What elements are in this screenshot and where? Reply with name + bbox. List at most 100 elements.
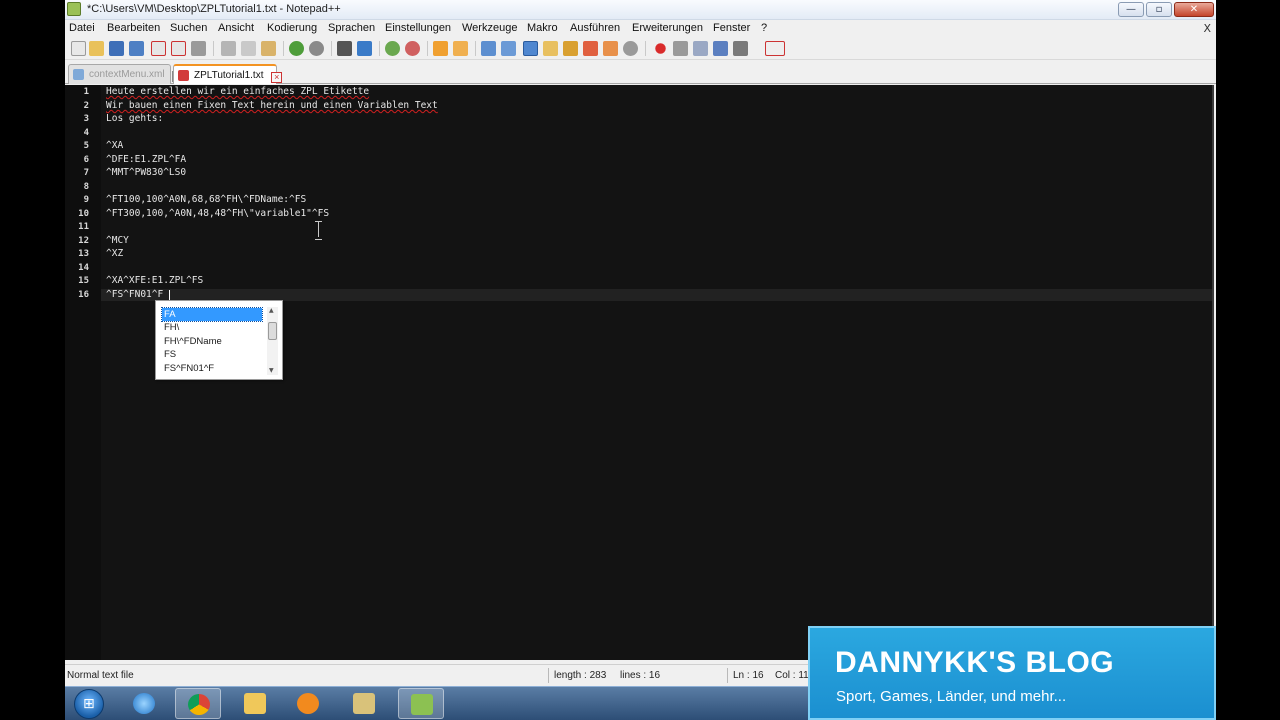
menu-kodierung[interactable]: Kodierung xyxy=(267,22,317,34)
close-document-button[interactable]: X xyxy=(1203,22,1211,35)
menu-datei[interactable]: Datei xyxy=(69,22,95,34)
taskbar-internet-explorer[interactable] xyxy=(121,688,167,719)
code-line[interactable]: Los gehts: xyxy=(106,113,163,124)
zoom-in-icon[interactable] xyxy=(385,41,400,56)
close-all-icon[interactable] xyxy=(171,41,186,56)
code-line[interactable]: ^FS^FN01^F xyxy=(106,289,163,300)
code-line[interactable]: Heute erstellen wir ein einfaches ZPL Et… xyxy=(106,86,369,97)
code-line[interactable]: ^MCY xyxy=(106,235,129,246)
autocomplete-item[interactable]: FS xyxy=(162,348,262,361)
code-line[interactable]: Wir bauen einen Fixen Text herein und ei… xyxy=(106,100,438,111)
blog-watermark-overlay: DANNYKK'S BLOG Sport, Games, Länder, und… xyxy=(808,626,1216,720)
code-line[interactable]: ^XA^XFE:E1.ZPL^FS xyxy=(106,275,203,286)
toolbar xyxy=(65,38,1216,60)
autocomplete-item[interactable]: FA xyxy=(161,307,263,322)
tab-bar: contextMenu.xml × ZPLTutorial1.txt × xyxy=(65,62,1216,84)
word-wrap-icon[interactable] xyxy=(481,41,496,56)
toolbar-separator xyxy=(475,41,476,56)
record-macro-icon[interactable] xyxy=(655,43,666,54)
status-line-number: Ln : 16 xyxy=(733,670,764,681)
code-line[interactable]: ^XA xyxy=(106,140,123,151)
close-file-icon[interactable] xyxy=(151,41,166,56)
toolbar-separator xyxy=(645,41,646,56)
redo-icon[interactable] xyxy=(309,41,324,56)
vertical-scrollbar[interactable] xyxy=(1212,85,1214,660)
tab-contextmenu-xml[interactable]: contextMenu.xml × xyxy=(68,64,184,84)
menu-suchen[interactable]: Suchen xyxy=(170,22,207,34)
menu-help[interactable]: ? xyxy=(761,22,767,34)
menu-makro[interactable]: Makro xyxy=(527,22,558,34)
menu-ansicht[interactable]: Ansicht xyxy=(218,22,254,34)
line-number: 11 xyxy=(78,222,89,232)
paste-icon[interactable] xyxy=(261,41,276,56)
monitoring-icon[interactable] xyxy=(623,41,638,56)
sync-vertical-icon[interactable] xyxy=(433,41,448,56)
stop-macro-icon[interactable] xyxy=(673,41,688,56)
code-line[interactable]: ^DFE:E1.ZPL^FA xyxy=(106,154,186,165)
media-player-icon xyxy=(297,693,319,714)
tab-close-icon[interactable]: × xyxy=(271,72,283,83)
indent-guide-icon[interactable] xyxy=(523,41,538,56)
print-icon[interactable] xyxy=(191,41,206,56)
taskbar-chrome[interactable] xyxy=(175,688,221,719)
spellcheck-icon[interactable] xyxy=(765,41,785,56)
play-macro-icon[interactable] xyxy=(693,41,708,56)
close-button[interactable]: ✕ xyxy=(1174,2,1214,17)
undo-icon[interactable] xyxy=(289,41,304,56)
menu-fenster[interactable]: Fenster xyxy=(713,22,750,34)
maximize-button[interactable]: ▫ xyxy=(1146,2,1172,17)
open-folder-icon[interactable] xyxy=(89,41,104,56)
autocomplete-item[interactable]: FH\ xyxy=(162,321,262,334)
status-lines: lines : 16 xyxy=(620,670,661,681)
function-list-icon[interactable] xyxy=(583,41,598,56)
code-line[interactable]: ^XZ xyxy=(106,248,123,259)
taskbar-file-explorer[interactable] xyxy=(232,688,278,719)
start-button[interactable]: ⊞ xyxy=(74,689,104,719)
copy-icon[interactable] xyxy=(241,41,256,56)
find-icon[interactable] xyxy=(337,41,352,56)
minimize-button[interactable]: — xyxy=(1118,2,1144,17)
document-map-icon[interactable] xyxy=(563,41,578,56)
menu-einstellungen[interactable]: Einstellungen xyxy=(385,22,451,34)
autocomplete-item[interactable]: FS^FN01^F xyxy=(162,362,262,375)
zoom-out-icon[interactable] xyxy=(405,41,420,56)
save-icon[interactable] xyxy=(109,41,124,56)
notepad-plus-plus-icon xyxy=(411,694,433,715)
sync-horizontal-icon[interactable] xyxy=(453,41,468,56)
code-line[interactable]: ^FT100,100^A0N,68,68^FH\^FDName:^FS xyxy=(106,194,306,205)
taskbar-media-player[interactable] xyxy=(285,688,331,719)
show-all-chars-icon[interactable] xyxy=(501,41,516,56)
menu-ausfuehren[interactable]: Ausführen xyxy=(570,22,620,34)
replace-icon[interactable] xyxy=(357,41,372,56)
status-file-type: Normal text file xyxy=(67,670,134,681)
scroll-down-icon[interactable]: ▼ xyxy=(269,367,274,374)
ibeam-cursor-icon xyxy=(315,221,322,240)
menu-werkzeuge[interactable]: Werkzeuge xyxy=(462,22,517,34)
title-bar[interactable]: *C:\Users\VM\Desktop\ZPLTutorial1.txt - … xyxy=(65,0,1216,20)
line-number: 6 xyxy=(83,155,89,165)
menu-bearbeiten[interactable]: Bearbeiten xyxy=(107,22,160,34)
line-number: 3 xyxy=(83,114,89,124)
user-language-icon[interactable] xyxy=(543,41,558,56)
run-macro-multiple-icon[interactable] xyxy=(713,41,728,56)
text-editor[interactable]: 1 2 3 4 5 6 7 8 9 10 11 12 13 14 15 16 H… xyxy=(65,85,1214,660)
scroll-up-icon[interactable]: ▲ xyxy=(269,307,274,314)
toolbar-separator xyxy=(379,41,380,56)
autocomplete-scrollbar[interactable]: ▲ ▼ xyxy=(267,307,278,375)
autocomplete-item[interactable]: FH\^FDName xyxy=(162,335,262,348)
folder-workspace-icon[interactable] xyxy=(603,41,618,56)
code-line[interactable]: ^FT300,100,^A0N,48,48^FH\"variable1"^FS xyxy=(106,208,329,219)
menu-bar: Datei Bearbeiten Suchen Ansicht Kodierun… xyxy=(65,20,1216,38)
new-file-icon[interactable] xyxy=(71,41,86,56)
save-all-icon[interactable] xyxy=(129,41,144,56)
taskbar-tools[interactable] xyxy=(341,688,387,719)
taskbar-notepad-plus-plus[interactable] xyxy=(398,688,444,719)
scroll-thumb[interactable] xyxy=(268,322,277,340)
menu-erweiterungen[interactable]: Erweiterungen xyxy=(632,22,703,34)
cut-icon[interactable] xyxy=(221,41,236,56)
tab-zpltutorial1-txt[interactable]: ZPLTutorial1.txt × xyxy=(173,64,283,84)
menu-sprachen[interactable]: Sprachen xyxy=(328,22,375,34)
code-line[interactable]: ^MMT^PW830^LS0 xyxy=(106,167,186,178)
save-macro-icon[interactable] xyxy=(733,41,748,56)
line-number: 13 xyxy=(78,249,89,259)
